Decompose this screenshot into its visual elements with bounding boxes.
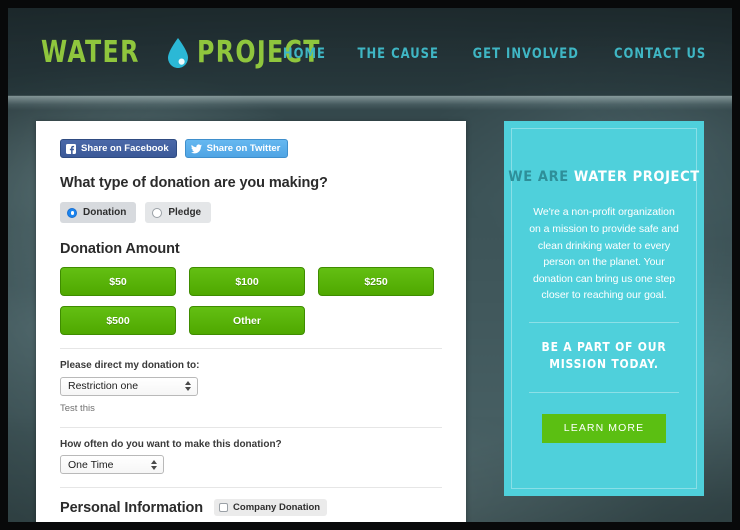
amount-button-other[interactable]: Other <box>189 306 305 335</box>
restriction-helper-text: Test this <box>60 402 95 414</box>
frequency-field: How often do you want to make this donat… <box>60 438 442 474</box>
image-frame-top <box>0 0 740 8</box>
restriction-field: Please direct my donation to: Restrictio… <box>60 360 442 414</box>
image-frame-left <box>0 0 8 530</box>
about-title-main: WATER PROJECT <box>573 169 700 185</box>
social-share-row: Share on Facebook Share on Twitter <box>60 139 442 158</box>
amount-button-50[interactable]: $50 <box>60 267 176 296</box>
chevron-updown-icon <box>185 381 191 391</box>
chevron-updown-icon <box>151 459 157 470</box>
learn-more-button[interactable]: LEARN MORE <box>542 413 666 443</box>
about-sidebar-body: We're a non-profit organization on a mis… <box>529 206 679 302</box>
header-horizon-glow <box>8 96 732 110</box>
facebook-icon <box>66 143 76 154</box>
nav-item-home[interactable]: HOME <box>283 46 326 62</box>
frequency-select-value: One Time <box>68 458 114 471</box>
amount-button-500[interactable]: $500 <box>60 306 176 335</box>
divider-above-restriction <box>60 348 442 349</box>
share-on-facebook-button[interactable]: Share on Facebook <box>60 139 177 158</box>
nav-item-get-involved[interactable]: GET INVOLVED <box>473 46 579 62</box>
logo-word-water: WATER <box>41 35 140 70</box>
divider-above-frequency <box>60 426 442 428</box>
radio-option-donation[interactable]: Donation <box>60 202 137 223</box>
radio-label-pledge: Pledge <box>168 207 202 218</box>
checkbox-icon <box>219 503 229 512</box>
page-root: WATER PROJECT HOME THE CAUSE GET INVOLVE… <box>0 0 740 530</box>
site-header: WATER PROJECT HOME THE CAUSE GET INVOLVE… <box>8 8 732 96</box>
restriction-select-value: Restriction one <box>68 380 139 392</box>
image-frame-right <box>732 0 740 530</box>
about-sidebar-inner: WE ARE WATER PROJECT We're a non-profit … <box>508 128 700 489</box>
personal-information-heading: Personal Information <box>60 499 204 516</box>
donation-form-content: Share on Facebook Share on Twitter What … <box>36 121 466 530</box>
radio-option-pledge[interactable]: Pledge <box>145 202 212 223</box>
nav-item-contact-us[interactable]: CONTACT US <box>614 46 706 62</box>
about-sidebar-title: WE ARE WATER PROJECT <box>508 169 700 186</box>
image-frame-bottom <box>0 522 740 530</box>
frequency-select[interactable]: One Time <box>60 455 164 474</box>
amount-button-250[interactable]: $250 <box>318 267 434 296</box>
share-on-facebook-label: Share on Facebook <box>81 143 169 154</box>
donation-amount-row-2: $500 Other <box>60 306 442 335</box>
sidebar-rule-top <box>529 321 679 323</box>
radio-label-donation: Donation <box>83 207 127 218</box>
restriction-select[interactable]: Restriction one <box>60 376 198 396</box>
about-sidebar-cta: BE A PART OF OUR MISSION TODAY. <box>541 339 667 372</box>
donation-type-radio-group: Donation Pledge <box>60 202 442 223</box>
about-title-prefix: WE ARE <box>508 169 569 185</box>
radio-dot-pledge <box>152 207 163 218</box>
company-donation-label: Company Donation <box>233 502 321 513</box>
main-navigation: HOME THE CAUSE GET INVOLVED CONTACT US <box>281 46 710 62</box>
donation-amount-heading: Donation Amount <box>60 241 180 257</box>
frequency-label: How often do you want to make this donat… <box>60 438 282 450</box>
donation-amount-row-1: $50 $100 $250 <box>60 267 442 296</box>
nav-item-the-cause[interactable]: THE CAUSE <box>357 46 438 62</box>
amount-button-100[interactable]: $100 <box>189 267 305 296</box>
sidebar-rule-bottom <box>529 391 679 393</box>
about-sidebar-panel: WE ARE WATER PROJECT We're a non-profit … <box>504 121 704 496</box>
header-inner: WATER PROJECT HOME THE CAUSE GET INVOLVE… <box>8 8 732 95</box>
donation-form-card: Share on Facebook Share on Twitter What … <box>36 121 466 530</box>
restriction-label: Please direct my donation to: <box>60 360 200 371</box>
twitter-icon <box>190 143 202 154</box>
divider-above-personal-info <box>60 487 442 488</box>
personal-information-row: Personal Information Company Donation <box>60 499 442 516</box>
company-donation-checkbox[interactable]: Company Donation <box>214 499 328 516</box>
radio-dot-donation <box>67 207 77 218</box>
share-on-twitter-label: Share on Twitter <box>206 143 281 154</box>
donation-type-question: What type of donation are you making? <box>60 175 328 191</box>
water-drop-icon <box>167 38 189 68</box>
share-on-twitter-button[interactable]: Share on Twitter <box>184 139 289 158</box>
